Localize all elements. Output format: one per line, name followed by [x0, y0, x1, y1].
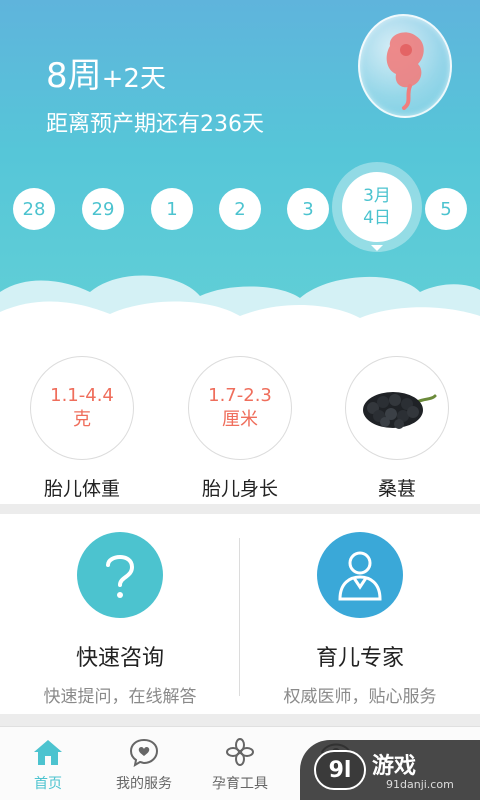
week-count: 8周	[46, 56, 102, 96]
quick-consult-card[interactable]: 快速咨询 快速提问，在线解答	[5, 532, 235, 707]
tab-pregnancy-tools-label: 孕育工具	[212, 776, 268, 792]
weight-circle: 1.1-4.4 克	[30, 356, 134, 460]
length-label: 胎儿身长	[201, 478, 278, 500]
watermark-logo: 9l	[314, 750, 366, 790]
chat-heart-icon	[129, 738, 159, 767]
mulberry-icon	[363, 392, 437, 429]
date-item[interactable]: 1	[151, 188, 193, 230]
selected-month: 3月	[363, 186, 391, 206]
date-item[interactable]: 3	[287, 188, 329, 230]
due-date-countdown: 距离预产期还有236天	[46, 112, 264, 137]
services-divider	[239, 538, 240, 696]
weight-label: 胎儿体重	[43, 478, 120, 500]
doctor-icon	[317, 532, 403, 618]
services-panel: 快速咨询 快速提问，在线解答 育儿专家 权威医师，贴心服务	[0, 514, 480, 714]
pregnancy-week: 8周+2天	[46, 48, 166, 97]
fruit-label: 桑葚	[377, 478, 416, 500]
selected-date[interactable]: 3月 4日	[342, 172, 412, 242]
parenting-expert-card[interactable]: 育儿专家 权威医师，贴心服务	[245, 532, 475, 707]
stat-size-fruit[interactable]: 桑葚	[345, 356, 449, 501]
length-unit: 厘米	[222, 409, 258, 430]
date-item[interactable]: 29	[82, 188, 124, 230]
cloud-decoration	[0, 275, 480, 340]
pregnancy-header: 8周+2天 距离预产期还有236天 28 29 1 2 3 3月 4日 5	[0, 0, 480, 340]
quick-consult-title: 快速咨询	[75, 646, 164, 671]
embryo-illustration[interactable]	[358, 14, 452, 118]
home-icon	[34, 740, 62, 765]
date-item[interactable]: 5	[425, 188, 467, 230]
quick-consult-subtitle: 快速提问，在线解答	[43, 687, 197, 707]
site-watermark: 9l 游戏 91danji.com	[300, 740, 480, 800]
date-item[interactable]: 2	[219, 188, 261, 230]
length-range: 1.7-2.3	[208, 385, 272, 406]
selected-day: 4日	[363, 208, 391, 228]
length-circle: 1.7-2.3 厘米	[188, 356, 292, 460]
tab-pregnancy-tools[interactable]: 孕育工具	[192, 737, 288, 793]
watermark-url: 91danji.com	[386, 778, 454, 791]
weight-range: 1.1-4.4	[50, 385, 114, 406]
parenting-expert-subtitle: 权威医师，贴心服务	[283, 687, 437, 707]
selected-date-caret	[371, 245, 383, 251]
watermark-title: 游戏	[372, 754, 417, 779]
weight-unit: 克	[73, 409, 91, 430]
flower-icon	[226, 738, 254, 766]
stat-length[interactable]: 1.7-2.3 厘米 胎儿身长	[188, 356, 292, 501]
day-count: +2天	[101, 64, 166, 94]
fetus-stats-panel: 1.1-4.4 克 胎儿体重 1.7-2.3 厘米 胎儿身长 桑葚	[0, 338, 480, 504]
tab-home[interactable]: 首页	[0, 737, 96, 793]
stat-weight[interactable]: 1.1-4.4 克 胎儿体重	[30, 356, 134, 501]
tab-home-label: 首页	[34, 776, 62, 792]
question-icon	[77, 532, 163, 618]
fruit-circle	[345, 356, 449, 460]
date-item[interactable]: 28	[13, 188, 55, 230]
parenting-expert-title: 育儿专家	[315, 646, 404, 671]
tab-my-services[interactable]: 我的服务	[96, 737, 192, 793]
date-selector: 28 29 1 2 3 3月 4日 5	[0, 162, 480, 252]
tab-my-services-label: 我的服务	[116, 776, 172, 792]
